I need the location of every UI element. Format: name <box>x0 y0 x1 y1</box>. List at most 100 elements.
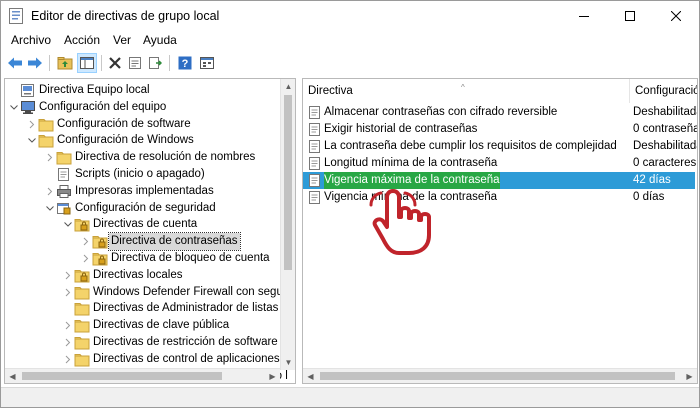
folder-icon <box>38 117 54 132</box>
properties-button[interactable] <box>125 53 145 73</box>
chevron-right-icon[interactable] <box>63 267 73 284</box>
tree-vertical-scrollbar[interactable]: ▲ ▼ <box>280 79 295 370</box>
chevron-right-icon[interactable] <box>27 116 37 133</box>
folder-icon <box>56 150 72 165</box>
menu-ayuda[interactable]: Ayuda <box>143 33 177 47</box>
policy-row[interactable]: Vigencia mínima de la contraseña 0 días <box>303 189 695 206</box>
menu-accion[interactable]: Acción <box>64 33 100 47</box>
folder-icon <box>74 352 90 367</box>
up-level-button[interactable] <box>55 53 75 73</box>
chevron-right-icon[interactable] <box>45 183 55 200</box>
tree-horizontal-scrollbar[interactable]: ◀ ▶ <box>5 368 280 383</box>
tree-hscroll-thumb[interactable] <box>22 372 222 380</box>
chevron-right-icon[interactable] <box>81 250 91 267</box>
delete-x-icon <box>109 57 121 69</box>
chevron-right-icon[interactable] <box>81 233 91 250</box>
column-header-directiva[interactable]: ^ Directiva <box>303 79 630 103</box>
chevron-down-icon[interactable] <box>63 216 73 233</box>
policy-setting: 0 caracteres <box>633 157 697 169</box>
chevron-right-icon[interactable] <box>45 149 55 166</box>
delete-button[interactable] <box>105 53 125 73</box>
column-header-configuracion[interactable]: Configuració <box>630 79 698 103</box>
tree-item-label: Scripts (inicio o apagado) <box>75 168 205 180</box>
folder-up-icon <box>57 57 73 70</box>
minimize-icon <box>579 16 589 17</box>
chevron-down-icon[interactable] <box>45 200 55 217</box>
console-view-button[interactable] <box>197 53 217 73</box>
window-title: Editor de directivas de grupo local <box>31 9 220 23</box>
list-scroll-right-arrow-icon[interactable]: ▶ <box>682 369 697 383</box>
back-button[interactable] <box>5 53 25 73</box>
script-icon <box>56 167 72 182</box>
list-hscroll-thumb[interactable] <box>320 372 675 380</box>
tree-item-label: Configuración de Windows <box>57 134 194 147</box>
maximize-icon <box>625 11 635 21</box>
forward-button[interactable] <box>25 53 45 73</box>
scroll-right-arrow-icon[interactable]: ▶ <box>265 369 280 383</box>
locked-folder-icon <box>74 268 90 283</box>
forward-arrow-icon <box>28 57 42 69</box>
details-pane[interactable]: ^ Directiva Configuració Almacenar contr… <box>302 78 698 384</box>
toolbar: ? <box>1 51 699 75</box>
tree-item-label: Directiva de bloqueo de cuenta <box>111 252 270 264</box>
tree-pane[interactable]: Directiva Equipo local Configuración del … <box>4 78 296 384</box>
policy-setting-icon <box>309 106 320 119</box>
tree-item-label: Directivas de restricción de software <box>93 336 278 348</box>
help-button[interactable]: ? <box>175 53 195 73</box>
column-header-configuracion-label: Configuració <box>635 85 698 97</box>
sort-ascending-icon: ^ <box>461 83 465 92</box>
list-horizontal-scrollbar[interactable]: ◀ ▶ <box>303 368 697 383</box>
folder-icon <box>38 133 54 148</box>
close-icon <box>671 11 681 21</box>
chevron-down-icon[interactable] <box>27 132 37 149</box>
menu-archivo[interactable]: Archivo <box>11 33 51 47</box>
export-list-button[interactable] <box>145 53 165 73</box>
export-list-icon <box>149 57 162 69</box>
properties-icon <box>129 57 141 69</box>
policy-row[interactable]: Longitud mínima de la contraseña 0 caract… <box>303 155 697 172</box>
policy-row[interactable]: Vigencia máxima de la contraseña 42 días <box>303 172 695 189</box>
policy-row[interactable]: La contraseña debe cumplir los requisito… <box>303 138 697 155</box>
scroll-left-arrow-icon[interactable]: ◀ <box>5 369 20 383</box>
close-button[interactable] <box>653 1 699 31</box>
show-hide-tree-button[interactable] <box>77 53 97 73</box>
column-header-directiva-label: Directiva <box>308 85 353 97</box>
folder-icon <box>74 301 90 316</box>
chevron-right-icon[interactable] <box>63 284 73 301</box>
scroll-up-arrow-icon[interactable]: ▲ <box>281 79 295 94</box>
policy-setting: Deshabilitada <box>633 106 698 118</box>
locked-folder-icon <box>92 251 108 266</box>
policy-row[interactable]: Almacenar contraseñas con cifrado revers… <box>303 104 698 121</box>
policy-setting: 42 días <box>633 174 671 186</box>
list-scroll-left-arrow-icon[interactable]: ◀ <box>303 369 318 383</box>
svg-text:?: ? <box>182 58 189 70</box>
policy-name: Exigir historial de contraseñas <box>324 123 478 135</box>
policy-setting: 0 días <box>633 191 665 203</box>
chevron-right-icon[interactable] <box>63 351 73 368</box>
tree-pane-icon <box>80 57 94 69</box>
tree-item-label: Impresoras implementadas <box>75 184 214 197</box>
tree-item-label: Directivas de control de aplicaciones <box>93 352 280 365</box>
maximize-button[interactable] <box>607 1 653 31</box>
console-view-icon <box>200 57 214 69</box>
gpedit-window: Editor de directivas de grupo local Arch… <box>0 0 700 408</box>
menu-ver[interactable]: Ver <box>113 33 131 47</box>
minimize-button[interactable] <box>561 1 607 31</box>
chevron-right-icon[interactable] <box>63 334 73 351</box>
tree-item-label: Configuración de software <box>57 117 191 130</box>
policy-name: La contraseña debe cumplir los requisito… <box>324 140 617 152</box>
policy-setting-icon <box>309 140 320 153</box>
security-icon <box>56 201 72 216</box>
policy-setting-icon <box>309 123 320 136</box>
tree-item-label: Directivas locales <box>93 268 183 281</box>
menu-bar: Archivo Acción Ver Ayuda <box>1 31 699 51</box>
scroll-down-arrow-icon[interactable]: ▼ <box>281 355 295 370</box>
computer-policy-icon <box>20 83 36 98</box>
chevron-right-icon[interactable] <box>63 317 73 334</box>
tree-scroll-thumb[interactable] <box>284 95 292 270</box>
tree-item-label: Configuración del equipo <box>39 100 167 113</box>
chevron-down-icon[interactable] <box>9 99 19 116</box>
tree-item-label: Windows Defender Firewall con segur <box>93 285 287 298</box>
hand-pointer-icon <box>369 189 431 255</box>
policy-row[interactable]: Exigir historial de contraseñas 0 contras… <box>303 121 697 138</box>
